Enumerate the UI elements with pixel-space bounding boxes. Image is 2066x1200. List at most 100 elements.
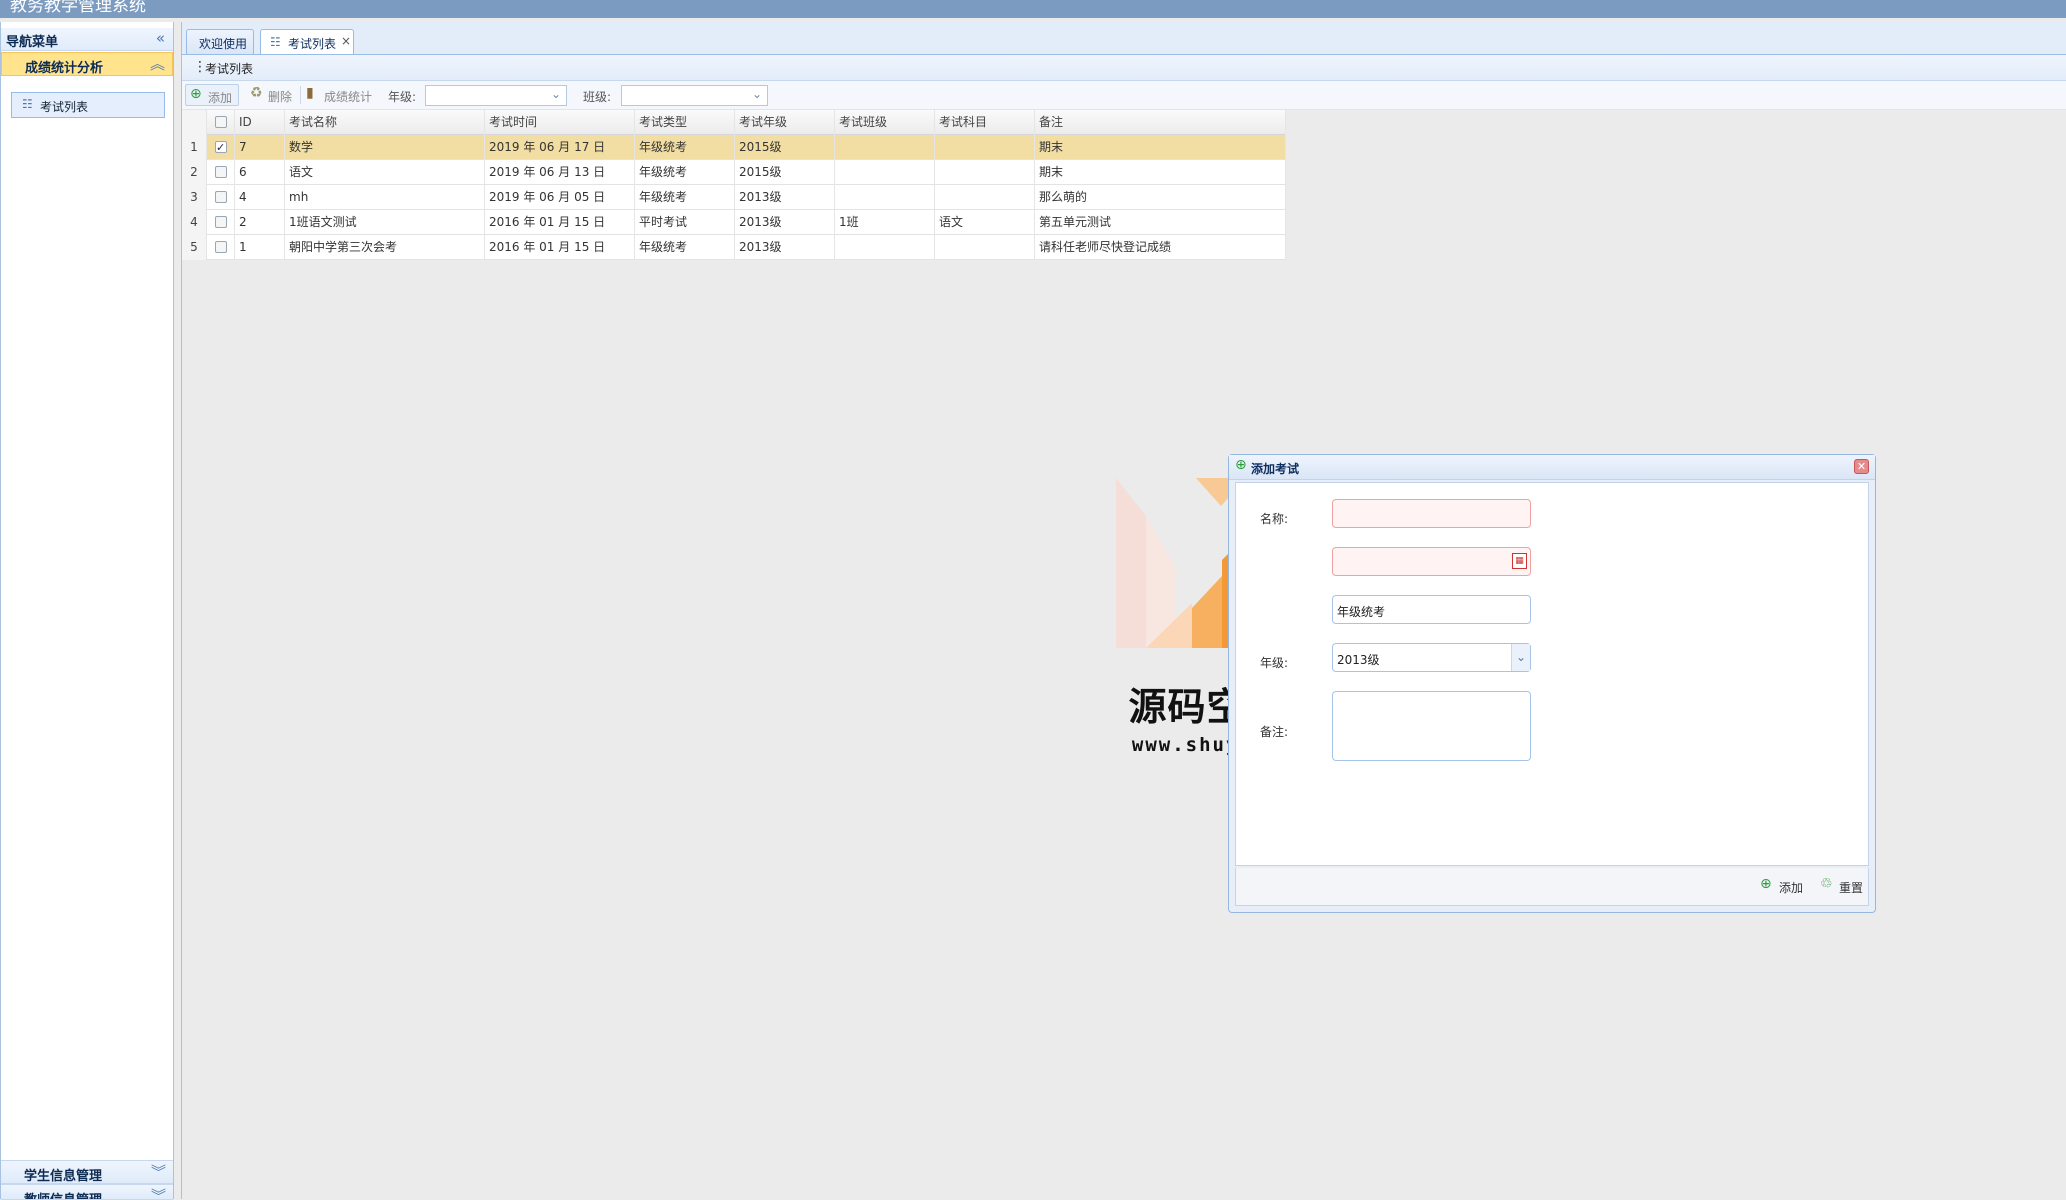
delete-button[interactable]: ♻ 删除 [246,84,296,106]
row-checkbox[interactable] [215,135,227,160]
checkbox[interactable] [215,116,227,128]
row-number-header [182,110,207,135]
table-cell-grade: 2015级 [735,135,835,160]
table-cell-id: 1 [235,235,285,260]
delete-button-label: 删除 [268,90,293,104]
row-select-cell[interactable] [207,160,235,185]
row-select-cell[interactable] [207,235,235,260]
table-cell-time: 2016 年 01 月 15 日 [485,235,635,260]
column-header[interactable]: 考试名称 [285,110,485,135]
exam-type-field[interactable]: 年级统考 [1332,595,1531,624]
calendar-icon[interactable]: ▦ [1512,553,1527,569]
row-checkbox[interactable] [215,166,227,178]
sidebar-section-teacher-info[interactable]: 教师信息管理 ︾ [1,1184,173,1200]
table-row[interactable]: 1 7数学2019 年 06 月 17 日年级统考2015级 期末 [182,135,1286,160]
grade-select[interactable]: 2013级 ⌄ [1332,643,1531,672]
table-cell-time: 2019 年 06 月 13 日 [485,160,635,185]
row-checkbox[interactable] [215,241,227,253]
row-checkbox[interactable] [215,216,227,228]
double-chevron-up-icon[interactable]: ︽ [150,53,165,74]
table-row[interactable]: 2 6 语文 2019 年 06 月 13 日年级统考 2015级 期末 [182,160,1286,185]
row-number: 5 [182,235,207,260]
table-cell-name: 数学 [285,135,485,160]
name-field[interactable] [1332,499,1531,528]
close-icon[interactable]: × [341,34,351,48]
sidebar-section-label: 学生信息管理 [24,1169,103,1184]
table-row[interactable]: 5 1 朝阳中学第三次会考 2016 年 01 月 15 日年级统考 2013级 请科任老… [182,235,1286,260]
submit-add-label: 添加 [1779,881,1804,895]
toolbar: ⊕ 添加 ♻ 删除 ▮ 成绩统计 年级: ⌄ 班级: ⌄ [182,81,2066,110]
column-header[interactable]: 考试类型 [635,110,735,135]
tab-label: 考试列表 [288,37,337,51]
class-filter-select[interactable]: ⌄ [621,85,768,106]
row-select-cell[interactable] [207,185,235,210]
double-chevron-left-icon[interactable]: « [156,29,165,47]
panel-header: ⋮ 考试列表 [182,55,2066,81]
table-cell-grade: 2013级 [735,210,835,235]
class-filter-label: 班级: [583,90,612,104]
select-all-checkbox[interactable] [207,110,235,135]
table-cell-grade: 2013级 [735,235,835,260]
main-panel: 欢迎使用 ☷ 考试列表 × ⋮ 考试列表 ⊕ 添加 ♻ 删除 ▮ 成绩统计 年级… [181,22,2066,1199]
score-stats-button[interactable]: ▮ 成绩统计 [302,84,382,106]
app-title: 教务教学管理系统 [10,0,146,16]
double-chevron-down-icon[interactable]: ︾ [151,1185,166,1199]
dialog-header[interactable]: ⊕ 添加考试 ✕ [1229,455,1875,480]
table-cell-time: 2019 年 06 月 05 日 [485,185,635,210]
submit-add-button[interactable]: ⊕ 添加 [1760,876,1806,896]
table-row[interactable]: 4 2 1班语文测试 2016 年 01 月 15 日平时考试 2013级 1班 语文 第五单… [182,210,1286,235]
note-field-label: 备注: [1260,725,1289,739]
row-number: 1 [182,135,207,160]
list-icon: ☷ [270,35,281,49]
sidebar-section-score-analysis[interactable]: 成绩统计分析 ︽ [1,52,173,76]
sidebar: 导航菜单 « 成绩统计分析 ︽ ☷ 考试列表 学生信息管理 ︾ 教师信息管理 ︾ [0,22,174,1200]
column-header[interactable]: 考试科目 [935,110,1035,135]
tab-welcome[interactable]: 欢迎使用 [186,29,254,54]
exam-time-field[interactable]: ▦ [1332,547,1531,576]
table-cell-note: 第五单元测试 [1035,210,1286,235]
close-button[interactable]: ✕ [1854,459,1869,474]
table-cell-time: 2016 年 01 月 15 日 [485,210,635,235]
double-chevron-down-icon[interactable]: ︾ [151,1161,166,1182]
chevron-down-icon[interactable]: ⌄ [1511,644,1530,671]
table-cell-id: 4 [235,185,285,210]
grade-filter-select[interactable]: ⌄ [425,85,567,106]
column-header[interactable]: 考试年级 [735,110,835,135]
app-title-bar: 教务教学管理系统 [0,0,2066,18]
nav-header: 导航菜单 « [1,28,173,51]
table-cell-type: 平时考试 [635,210,735,235]
add-button-label: 添加 [208,91,233,105]
grade-select-value: 2013级 [1337,653,1380,667]
bar-chart-icon: ▮ [306,85,314,101]
table-row[interactable]: 3 4 mh 2019 年 06 月 05 日年级统考 2013级 那么萌的 [182,185,1286,210]
column-header[interactable]: 备注 [1035,110,1286,135]
row-checkbox[interactable] [215,191,227,203]
table-header-row: ID 考试名称 考试时间 考试类型 考试年级 考试班级 考试科目 备注 [182,110,1286,135]
table-cell-subject [935,135,1035,160]
table-cell-class: 1班 [835,210,935,235]
sidebar-section-student-info[interactable]: 学生信息管理 ︾ [1,1160,173,1184]
tab-exam-list[interactable]: ☷ 考试列表 × [260,29,354,54]
table-cell-id: 2 [235,210,285,235]
table-cell-subject [935,235,1035,260]
note-textarea[interactable] [1332,691,1531,761]
column-header[interactable]: 考试时间 [485,110,635,135]
column-header[interactable]: ID [235,110,285,135]
chevron-down-icon: ⌄ [751,87,762,101]
table-cell-grade: 2015级 [735,160,835,185]
tab-bar: 欢迎使用 ☷ 考试列表 × [182,22,2066,55]
list-icon: ☷ [22,97,33,111]
column-header[interactable]: 考试班级 [835,110,935,135]
add-icon: ⊕ [1760,876,1772,892]
row-select-cell[interactable] [207,135,235,160]
add-exam-dialog: ⊕ 添加考试 ✕ 名称: ▦ 年级统考 年级: 2013级 ⌄ 备注: ⊕ 添加… [1228,454,1876,913]
grade-field-label: 年级: [1260,656,1289,670]
table-cell-note: 期末 [1035,160,1286,185]
reset-button[interactable]: ♲ 重置 [1820,876,1866,896]
score-stats-button-label: 成绩统计 [324,90,373,104]
sidebar-item-exam-list[interactable]: ☷ 考试列表 [11,92,165,118]
table-cell-subject: 语文 [935,210,1035,235]
add-button[interactable]: ⊕ 添加 [185,84,239,106]
row-select-cell[interactable] [207,210,235,235]
dialog-footer: ⊕ 添加 ♲ 重置 [1235,868,1869,906]
